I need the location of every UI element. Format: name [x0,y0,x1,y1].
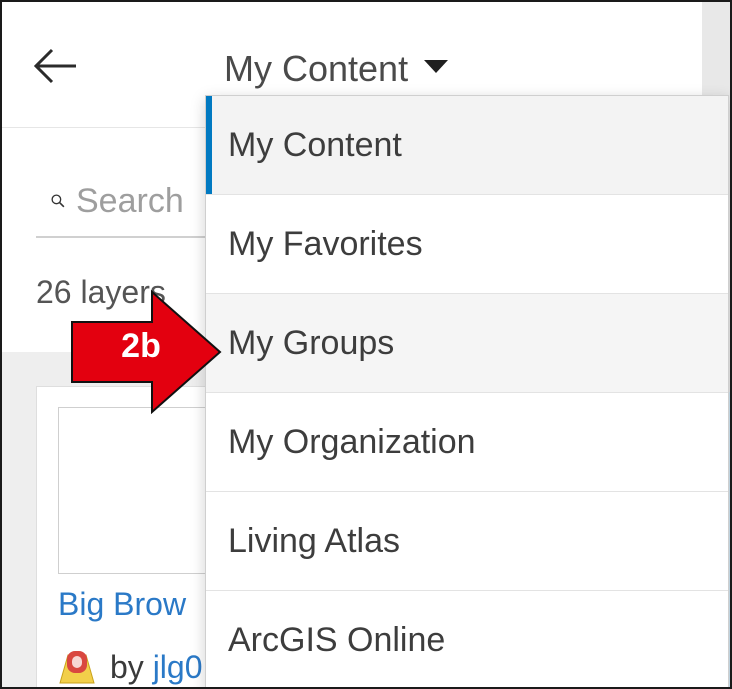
app-frame: My Content 26 layers Big Brow by jlg0 My… [0,0,732,689]
search-icon [51,194,65,208]
menu-item-my-favorites[interactable]: My Favorites [206,195,728,294]
search-input[interactable] [76,181,216,221]
content-source-dropdown-button[interactable]: My Content [224,47,449,91]
layer-title-link[interactable]: Big Brow [58,586,208,623]
menu-item-my-groups[interactable]: My Groups [206,294,728,393]
caret-down-icon [424,59,449,73]
layer-owner-row: by jlg0 [54,644,220,687]
owner-link[interactable]: jlg0 [153,649,203,685]
menu-item-arcgis-online[interactable]: ArcGIS Online [206,591,728,687]
menu-item-label: ArcGIS Online [228,620,446,659]
page-title: My Content [224,48,409,89]
arrow-left-icon [33,48,76,84]
menu-item-living-atlas[interactable]: Living Atlas [206,492,728,591]
menu-item-my-organization[interactable]: My Organization [206,393,728,492]
menu-item-label: My Groups [228,323,395,362]
menu-item-label: My Organization [228,422,476,461]
layer-icon [59,651,95,684]
menu-item-label: My Content [228,125,402,164]
layer-owner: by jlg0 [110,648,203,685]
menu-item-label: My Favorites [228,224,423,263]
search-box[interactable] [36,166,216,238]
menu-item-my-content[interactable]: My Content [206,96,728,195]
menu-item-label: Living Atlas [228,521,400,560]
annotation-label: 2b [121,327,161,365]
content-source-menu: My Content My Favorites My Groups My Org… [205,95,729,687]
back-button[interactable] [32,46,78,86]
selected-indicator [206,96,212,194]
